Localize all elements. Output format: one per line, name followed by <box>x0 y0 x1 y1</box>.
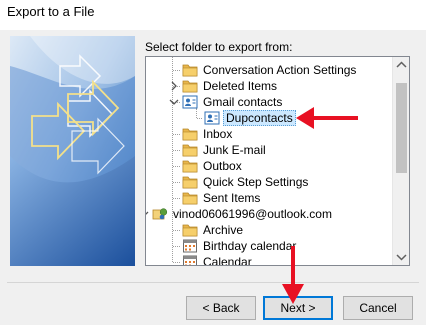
tree-item-label: Gmail contacts <box>203 95 283 109</box>
tree-connector-line <box>173 198 180 199</box>
tree-item[interactable]: Sent Items <box>146 190 392 206</box>
folder-icon <box>182 79 198 93</box>
tree-item-label: Deleted Items <box>203 79 278 93</box>
tree-item-label: Junk E-mail <box>203 143 266 157</box>
folder-tree[interactable]: Conversation Action Settings Deleted Item… <box>145 56 410 266</box>
tree-item-label: Dupcontacts <box>223 110 296 126</box>
chevron-down-icon[interactable] <box>146 206 149 222</box>
tree-item[interactable]: Calendar <box>146 254 392 265</box>
scroll-down-arrow-icon[interactable] <box>393 248 410 265</box>
tree-item[interactable]: Junk E-mail <box>146 142 392 158</box>
annotation-arrow-left-icon <box>296 107 358 129</box>
folder-icon <box>182 191 198 205</box>
tree-item[interactable]: Archive <box>146 222 392 238</box>
tree-connector-line <box>173 150 180 151</box>
tree-connector-line <box>173 134 180 135</box>
window-title: Export to a File <box>7 4 95 19</box>
calendar-icon <box>182 255 198 265</box>
tree-item-label: Inbox <box>203 127 233 141</box>
tree-connector-line <box>173 182 180 183</box>
tree-item[interactable]: vinod06061996@outlook.com <box>146 206 392 222</box>
tree-item[interactable]: Birthday calendar <box>146 238 392 254</box>
tree-item[interactable]: Outbox <box>146 158 392 174</box>
back-button[interactable]: < Back <box>186 296 256 320</box>
folder-icon <box>182 127 198 141</box>
wizard-graphic <box>10 36 135 266</box>
tree-connector-line <box>173 262 180 263</box>
tree-item[interactable]: Deleted Items <box>146 78 392 94</box>
tree-item-label: Outbox <box>203 159 242 173</box>
footer-separator <box>7 282 419 283</box>
export-folder-prompt: Select folder to export from: <box>145 40 293 54</box>
tree-connector-line <box>173 246 180 247</box>
folder-icon <box>182 223 198 237</box>
tree-item-label: Archive <box>203 223 244 237</box>
folder-icon <box>182 175 198 189</box>
scroll-thumb[interactable] <box>396 83 407 173</box>
title-bar: Export to a File <box>0 0 426 30</box>
tree-item-label: Calendar <box>203 255 252 265</box>
tree-item[interactable]: Quick Step Settings <box>146 174 392 190</box>
tree-connector-line <box>197 118 202 119</box>
contacts-folder-icon <box>204 111 220 125</box>
tree-item-label: vinod06061996@outlook.com <box>173 207 332 221</box>
tree-item-label: Quick Step Settings <box>203 175 309 189</box>
folder-icon <box>182 159 198 173</box>
tree-connector-line <box>173 166 180 167</box>
folder-tree-list: Conversation Action Settings Deleted Item… <box>146 57 392 265</box>
folder-icon <box>182 143 198 157</box>
scroll-up-arrow-icon[interactable] <box>393 57 410 74</box>
tree-connector-line <box>173 70 180 71</box>
contacts-folder-icon <box>182 95 198 109</box>
tree-item-label: Sent Items <box>203 191 261 205</box>
tree-connector-line <box>173 230 180 231</box>
folder-icon <box>182 63 198 77</box>
tree-vertical-scrollbar[interactable] <box>392 57 410 265</box>
tree-item-label: Conversation Action Settings <box>203 63 357 77</box>
cancel-button[interactable]: Cancel <box>343 296 413 320</box>
annotation-arrow-down-icon <box>282 246 304 304</box>
chevron-right-icon[interactable] <box>169 78 179 94</box>
chevron-down-icon[interactable] <box>169 94 179 110</box>
mailbox-icon <box>152 207 168 221</box>
tree-item[interactable]: Conversation Action Settings <box>146 62 392 78</box>
calendar-icon <box>182 239 198 253</box>
